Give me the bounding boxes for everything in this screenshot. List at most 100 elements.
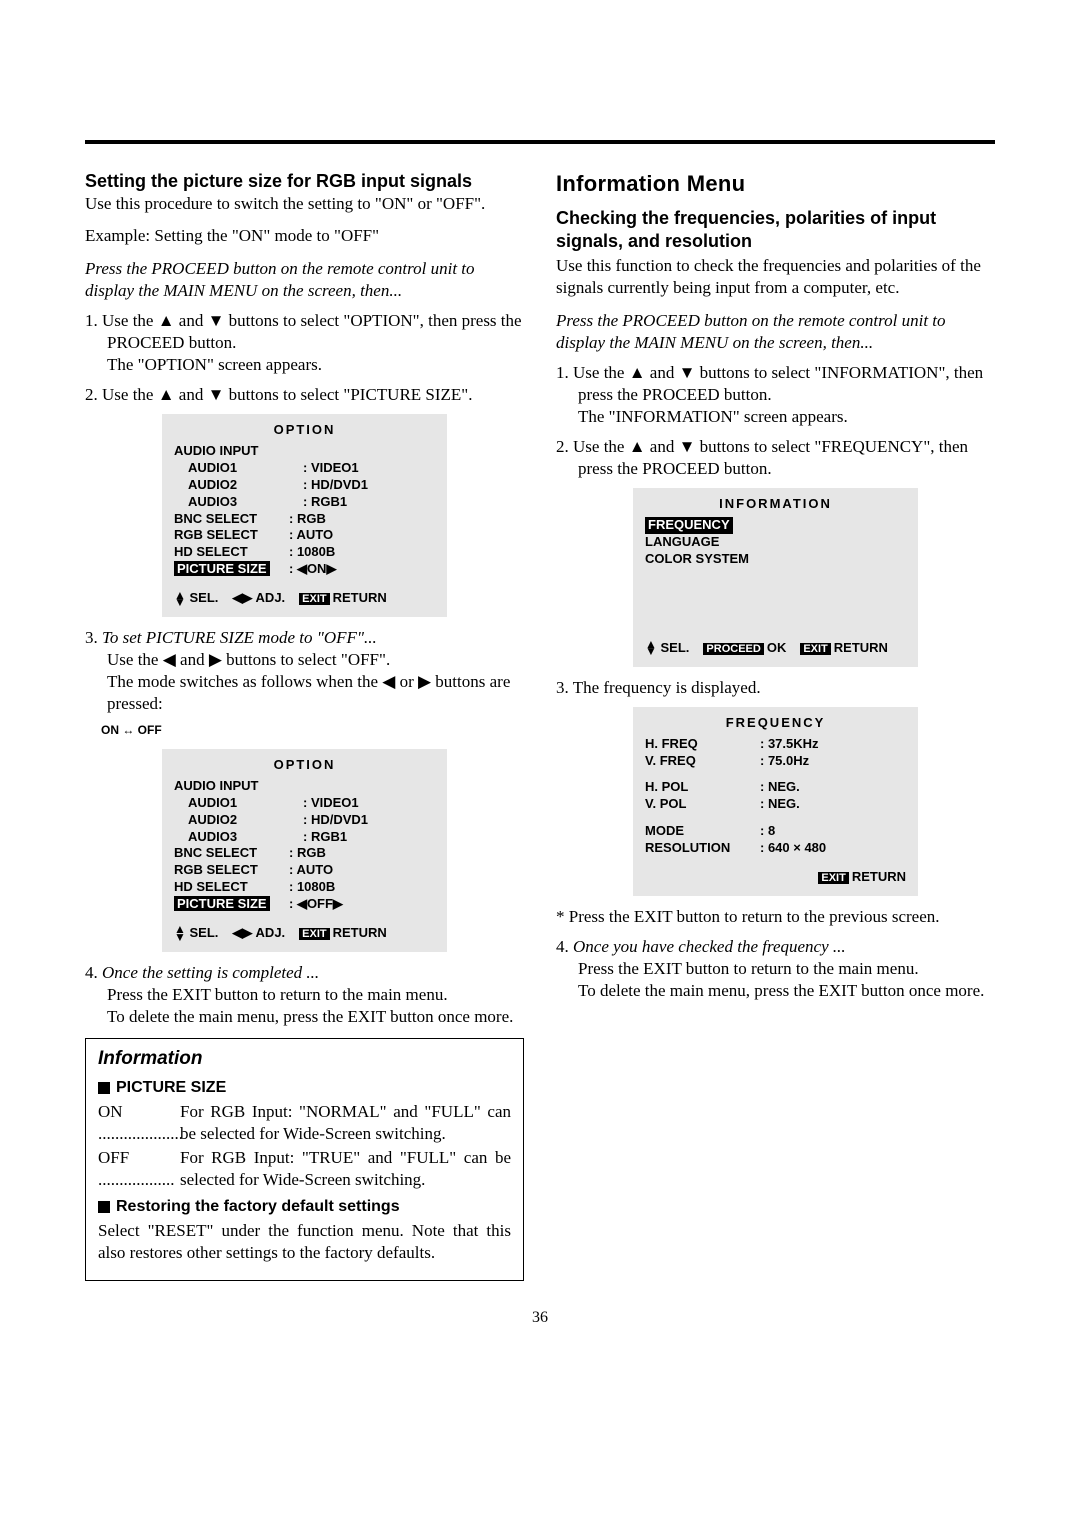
- sel-text: SEL.: [190, 590, 219, 605]
- osd-row-label: HD SELECT: [174, 879, 289, 896]
- right-steps-4: 4. Once you have checked the frequency .…: [556, 936, 995, 1002]
- picture-size-on-value: : ◀ON▶: [289, 561, 435, 578]
- step3-no: 3.: [85, 628, 98, 647]
- rstep4-no: 4.: [556, 937, 569, 956]
- rstep1-no: 1.: [556, 363, 569, 382]
- information-box: Information PICTURE SIZE ON ............…: [85, 1038, 524, 1281]
- info-on-label: ON ....................: [98, 1101, 180, 1145]
- osd-row-value: : NEG.: [760, 779, 906, 796]
- square-bullet-icon: [98, 1201, 110, 1213]
- osd-picture-size-row: PICTURE SIZE : ◀ON▶: [174, 561, 435, 578]
- osd-row-value: : 640 × 480: [760, 840, 906, 857]
- osd-row-label: BNC SELECT: [174, 511, 289, 528]
- osd-title: INFORMATION: [645, 496, 906, 513]
- rstep1-a: Use the ▲ and ▼ buttons to select "INFOR…: [573, 363, 983, 404]
- info-on-row: ON ....................For RGB Input: "N…: [98, 1101, 511, 1145]
- exit-return: EXITRETURN: [818, 869, 906, 886]
- osd-row: H. POL: NEG.: [645, 779, 906, 796]
- info-off-desc: For RGB Input: "TRUE" and "FULL" can be …: [180, 1147, 511, 1191]
- picture-size-label: PICTURE SIZE: [174, 561, 270, 576]
- osd-row: RGB SELECT: AUTO: [174, 862, 435, 879]
- step2-text: Use the ▲ and ▼ buttons to select "PICTU…: [102, 385, 473, 404]
- page-number: 36: [85, 1309, 995, 1327]
- osd-frequency: FREQUENCY H. FREQ: 37.5KHz V. FREQ: 75.0…: [633, 707, 918, 896]
- left-steps-4: 4. Once the setting is completed ... Pre…: [85, 962, 524, 1028]
- osd-row-label: HD SELECT: [174, 544, 289, 561]
- left-example: Example: Setting the "ON" mode to "OFF": [85, 225, 524, 247]
- info-off-label: OFF ..................: [98, 1147, 180, 1191]
- left-intro: Use this procedure to switch the setting…: [85, 193, 524, 215]
- step-4: 4. Once the setting is completed ... Pre…: [85, 962, 524, 1028]
- osd-audio-input: AUDIO INPUT: [174, 443, 435, 460]
- info-title: Information: [98, 1047, 511, 1072]
- osd-row-value: : RGB1: [303, 829, 435, 846]
- right-column: Information Menu Checking the frequencie…: [556, 170, 995, 1281]
- osd-row-frequency: FREQUENCY: [645, 517, 906, 534]
- picture-size-off-value: : ◀OFF▶: [289, 896, 435, 913]
- step1-text-b: The "OPTION" screen appears.: [107, 355, 322, 374]
- page: Setting the picture size for RGB input s…: [0, 0, 1080, 1367]
- osd-row: H. FREQ: 37.5KHz: [645, 736, 906, 753]
- osd-row: AUDIO1: VIDEO1: [174, 795, 435, 812]
- right-press: Press the PROCEED button on the remote c…: [556, 310, 995, 354]
- language-label: LANGUAGE: [645, 534, 719, 551]
- on-off-toggle: ON ↔ OFF: [101, 723, 524, 739]
- osd-row: AUDIO3: RGB1: [174, 494, 435, 511]
- step3-lead: To set PICTURE SIZE mode to "OFF"...: [102, 628, 377, 647]
- rstep-4: 4. Once you have checked the frequency .…: [556, 936, 995, 1002]
- osd-row-label: AUDIO1: [188, 795, 303, 812]
- sel-indicator: ▲▼ SEL.: [645, 640, 689, 657]
- osd-audio-input: AUDIO INPUT: [174, 778, 435, 795]
- osd-row-value: : 1080B: [289, 879, 435, 896]
- osd-row-label: BNC SELECT: [174, 845, 289, 862]
- left-heading: Setting the picture size for RGB input s…: [85, 170, 524, 193]
- left-column: Setting the picture size for RGB input s…: [85, 170, 524, 1281]
- osd-row-label: AUDIO1: [188, 460, 303, 477]
- rstep-1: 1. Use the ▲ and ▼ buttons to select "IN…: [556, 362, 995, 428]
- step3-a: Use the ◀ and ▶ buttons to select "OFF".: [107, 650, 390, 669]
- osd-row-value: : 8: [760, 823, 906, 840]
- right-steps-3: 3. The frequency is displayed.: [556, 677, 995, 699]
- right-heading: Checking the frequencies, polarities of …: [556, 207, 995, 254]
- osd-title: OPTION: [174, 757, 435, 774]
- info-sec-label: Restoring the factory default settings: [116, 1198, 400, 1215]
- osd-row-language: LANGUAGE: [645, 534, 906, 551]
- step3-b: The mode switches as follows when the ◀ …: [107, 672, 510, 713]
- audio-input-label: AUDIO INPUT: [174, 443, 289, 460]
- osd-row-value: : 37.5KHz: [760, 736, 906, 753]
- proceed-ok: PROCEEDOK: [703, 640, 786, 657]
- osd-row: HD SELECT: 1080B: [174, 879, 435, 896]
- osd-row-value: : NEG.: [760, 796, 906, 813]
- step4-a: Press the EXIT button to return to the m…: [107, 985, 448, 1004]
- square-bullet-icon: [98, 1082, 110, 1094]
- osd-foot: ▲▼ SEL. ◀▶ ADJ. EXITRETURN: [174, 590, 435, 607]
- osd-row-label: AUDIO2: [188, 477, 303, 494]
- osd-row: AUDIO3: RGB1: [174, 829, 435, 846]
- exit-return: EXITRETURN: [299, 590, 387, 607]
- info-restore-text: Select "RESET" under the function menu. …: [98, 1220, 511, 1264]
- osd-row: AUDIO2: HD/DVD1: [174, 477, 435, 494]
- two-columns: Setting the picture size for RGB input s…: [85, 170, 995, 1281]
- osd-title: FREQUENCY: [645, 715, 906, 732]
- exit-return: EXITRETURN: [299, 925, 387, 942]
- osd-row: AUDIO2: HD/DVD1: [174, 812, 435, 829]
- info-off-row: OFF ..................For RGB Input: "TR…: [98, 1147, 511, 1191]
- rstep-2: 2. Use the ▲ and ▼ buttons to select "FR…: [556, 436, 995, 480]
- exit-button-icon: EXIT: [299, 593, 329, 605]
- rstep-3: 3. The frequency is displayed.: [556, 677, 995, 699]
- osd-row-value: : HD/DVD1: [303, 812, 435, 829]
- right-title: Information Menu: [556, 170, 995, 199]
- rstep2-no: 2.: [556, 437, 569, 456]
- right-steps: 1. Use the ▲ and ▼ buttons to select "IN…: [556, 362, 995, 480]
- osd-spacer: [645, 769, 906, 779]
- osd-row: V. POL: NEG.: [645, 796, 906, 813]
- osd-row-label: AUDIO3: [188, 829, 303, 846]
- osd-row: V. FREQ: 75.0Hz: [645, 753, 906, 770]
- rstep4-b: To delete the main menu, press the EXIT …: [578, 981, 984, 1000]
- sel-indicator: ▲▼ SEL.: [174, 925, 218, 942]
- sel-text: SEL.: [661, 640, 690, 655]
- info-sec-label: PICTURE SIZE: [116, 1079, 226, 1096]
- exit-button-icon: EXIT: [818, 872, 848, 884]
- exit-return: EXITRETURN: [800, 640, 888, 657]
- osd-row-value: : RGB: [289, 845, 435, 862]
